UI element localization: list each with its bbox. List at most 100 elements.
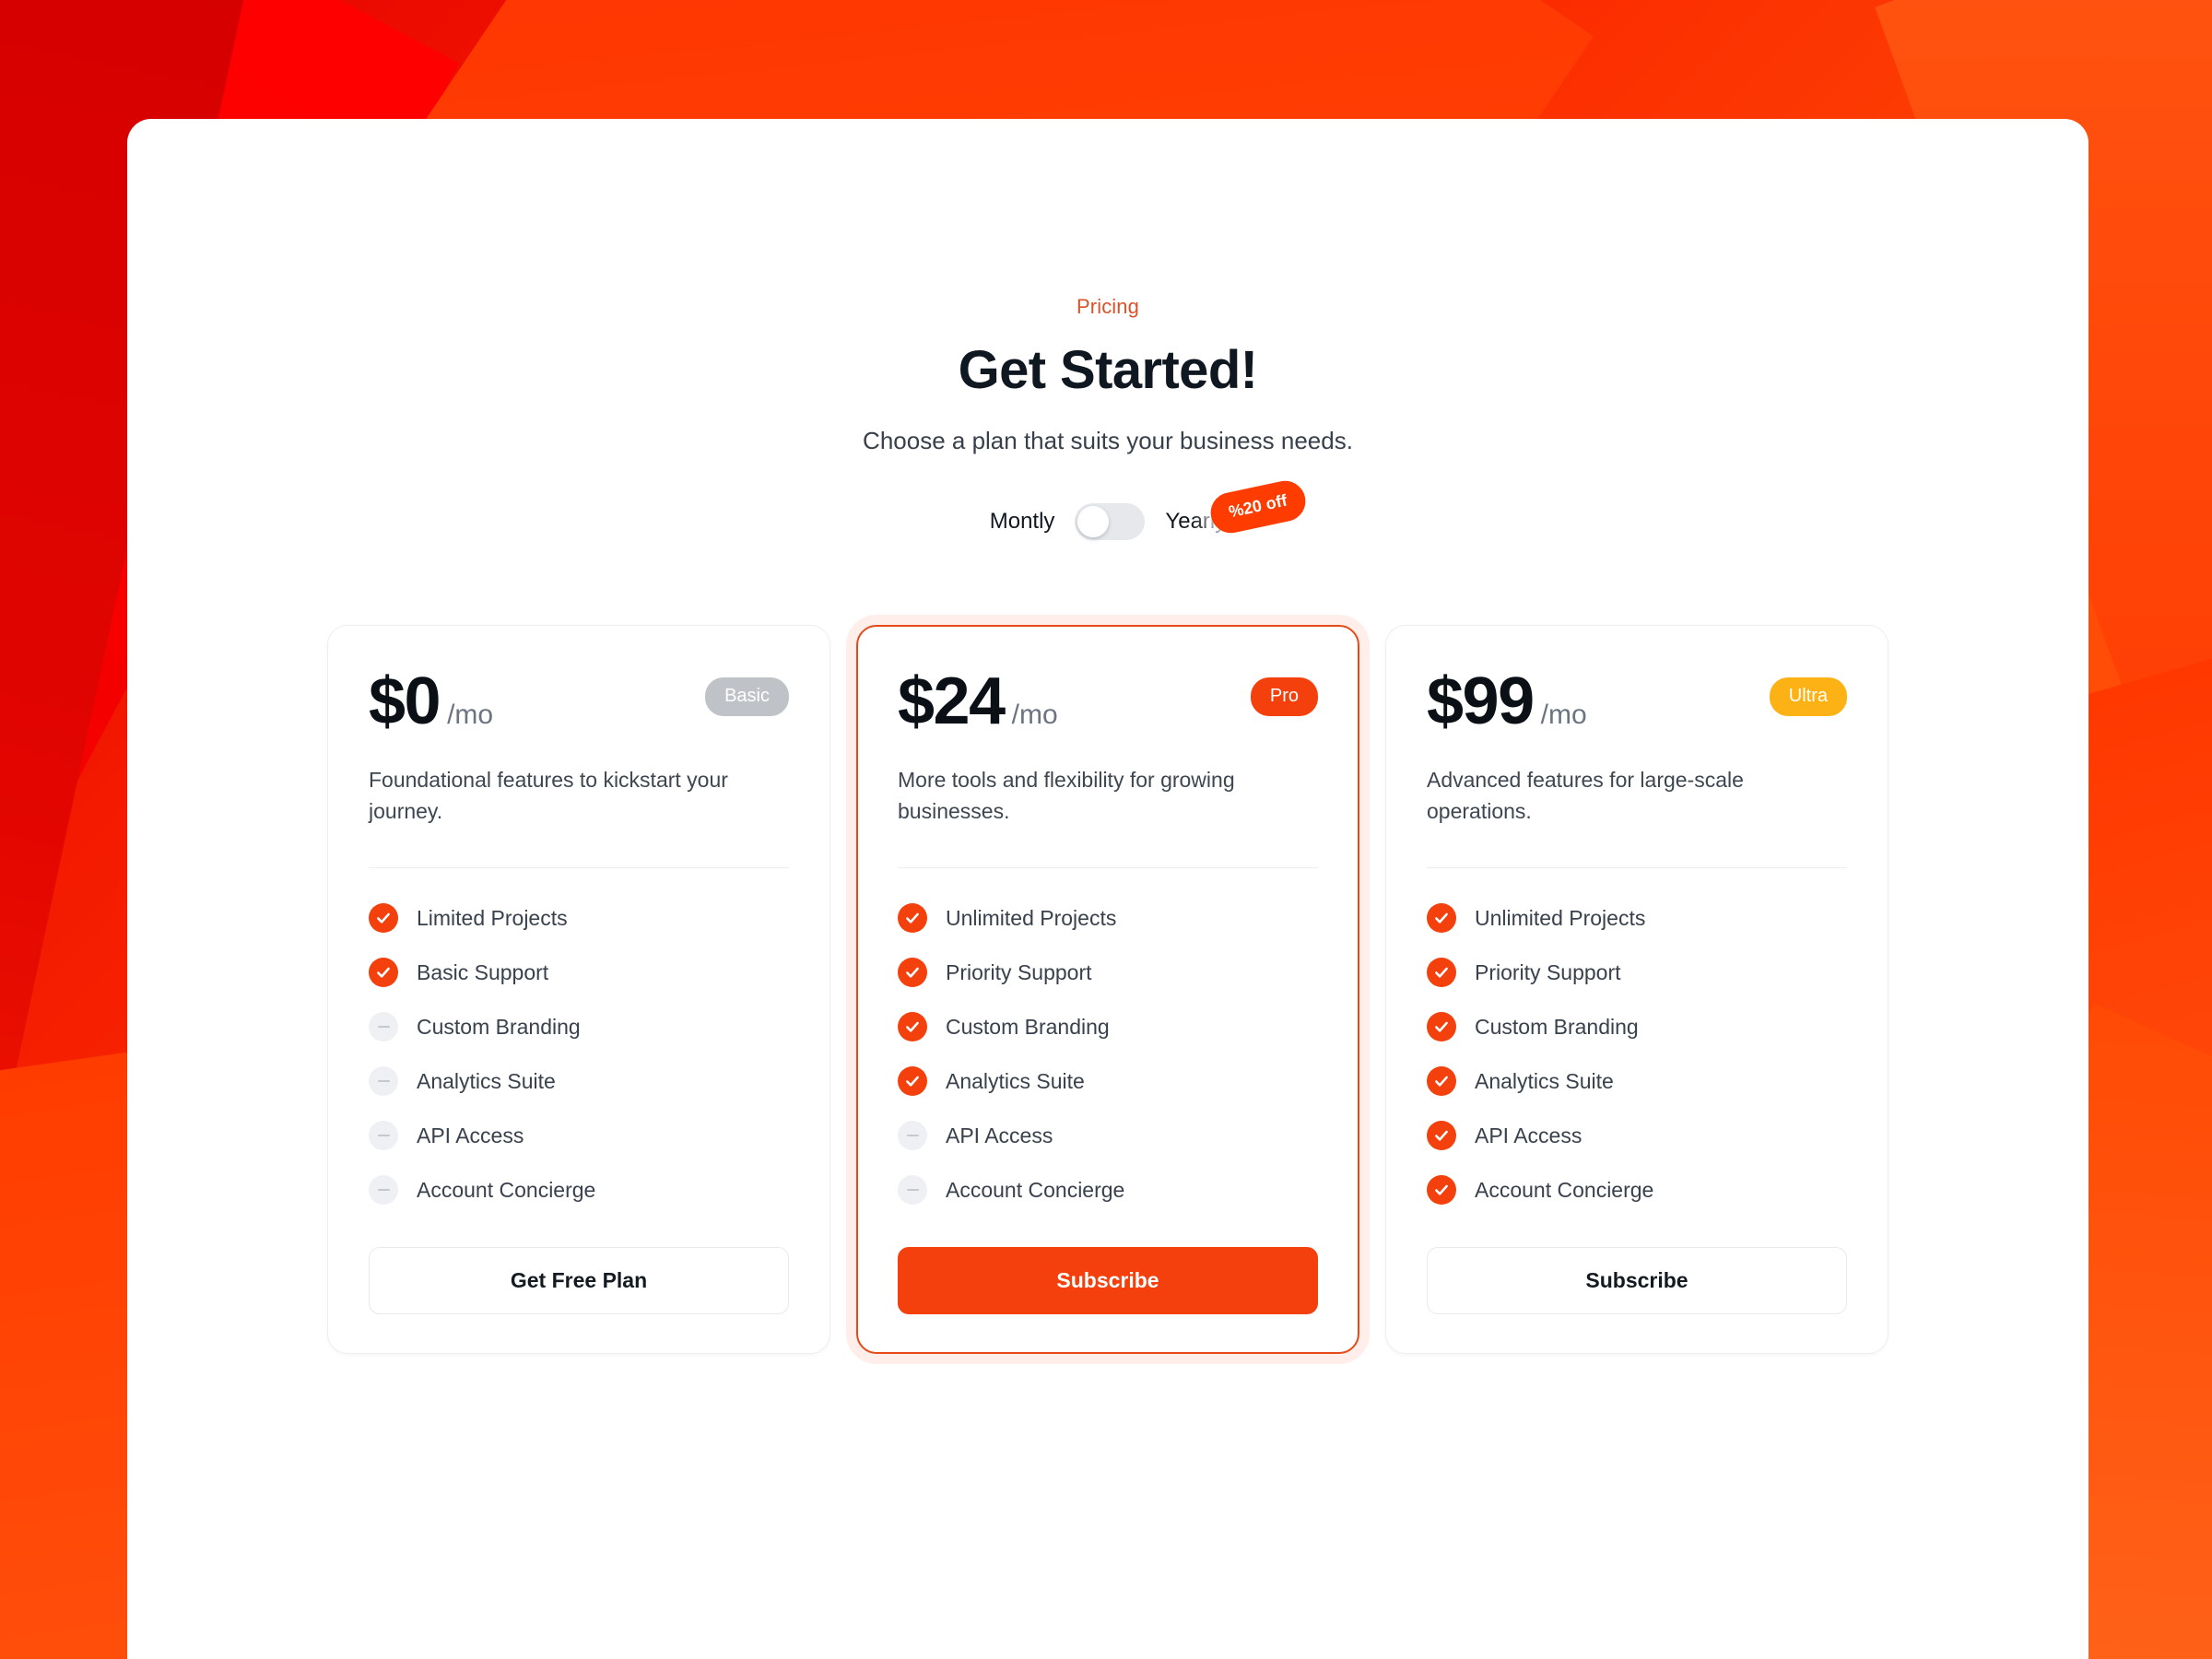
- feature-row: Analytics Suite: [898, 1066, 1318, 1097]
- card-header: $24 /mo Pro: [898, 668, 1318, 735]
- feature-row: Analytics Suite: [369, 1066, 789, 1097]
- plan-price: $0: [369, 665, 441, 738]
- feature-list: Unlimited Projects Priority Support Cust…: [1427, 903, 1847, 1206]
- minus-circle-icon: [369, 1121, 398, 1151]
- card-divider: [1427, 867, 1847, 869]
- minus-circle-icon: [369, 1012, 398, 1042]
- check-circle-icon: [369, 958, 398, 988]
- check-circle-icon: [1427, 1012, 1456, 1042]
- feature-label: Account Concierge: [1475, 1177, 1654, 1202]
- pricing-cards-row: $0 /mo Basic Foundational features to ki…: [127, 625, 2088, 1355]
- feature-label: Analytics Suite: [1475, 1068, 1614, 1093]
- dash-glyph: [906, 1134, 919, 1137]
- toggle-knob: [1077, 506, 1110, 537]
- plan-tier-badge: Pro: [1250, 677, 1318, 716]
- plan-cta-button[interactable]: Subscribe: [1427, 1247, 1847, 1315]
- feature-row: Custom Branding: [369, 1012, 789, 1042]
- pricing-header: Pricing Get Started! Choose a plan that …: [127, 119, 2088, 540]
- check-circle-icon: [369, 903, 398, 934]
- card-divider: [898, 867, 1318, 869]
- price-block: $0 /mo: [369, 668, 493, 735]
- feature-label: Basic Support: [417, 959, 549, 984]
- card-divider: [369, 867, 789, 869]
- feature-label: Unlimited Projects: [946, 905, 1117, 930]
- feature-row: Account Concierge: [369, 1175, 789, 1206]
- feature-list: Limited Projects Basic Support Custom Br…: [369, 903, 789, 1206]
- minus-circle-icon: [898, 1121, 927, 1151]
- feature-row: API Access: [1427, 1121, 1847, 1151]
- feature-label: Analytics Suite: [417, 1068, 556, 1093]
- dash-glyph: [377, 1025, 390, 1029]
- billing-period-toggle-group: Montly Yearly: [127, 503, 2088, 540]
- billing-toggle-switch[interactable]: [1075, 503, 1146, 540]
- feature-label: Limited Projects: [417, 905, 568, 930]
- dash-glyph: [377, 1188, 390, 1192]
- feature-label: Account Concierge: [946, 1177, 1125, 1202]
- feature-label: Priority Support: [1475, 959, 1621, 984]
- check-circle-icon: [898, 958, 927, 988]
- plan-period: /mo: [447, 700, 494, 730]
- check-circle-icon: [898, 903, 927, 934]
- billing-monthly-label[interactable]: Montly: [990, 509, 1055, 535]
- plan-period: /mo: [1540, 700, 1587, 730]
- pricing-panel: Pricing Get Started! Choose a plan that …: [127, 119, 2088, 1659]
- check-circle-icon: [1427, 958, 1456, 988]
- plan-cta-button[interactable]: Subscribe: [898, 1247, 1318, 1315]
- feature-row: Unlimited Projects: [1427, 903, 1847, 934]
- feature-row: Custom Branding: [898, 1012, 1318, 1042]
- feature-label: Account Concierge: [417, 1177, 596, 1202]
- section-eyebrow: Pricing: [1077, 295, 1139, 318]
- feature-row: Limited Projects: [369, 903, 789, 934]
- feature-row: Custom Branding: [1427, 1012, 1847, 1042]
- feature-row: Priority Support: [1427, 958, 1847, 988]
- plan-price: $99: [1427, 665, 1535, 738]
- price-block: $99 /mo: [1427, 668, 1587, 735]
- check-circle-icon: [1427, 1121, 1456, 1151]
- pricing-card: $24 /mo Pro More tools and flexibility f…: [856, 625, 1359, 1355]
- feature-label: Analytics Suite: [946, 1068, 1085, 1093]
- feature-row: Analytics Suite: [1427, 1066, 1847, 1097]
- feature-list: Unlimited Projects Priority Support Cust…: [898, 903, 1318, 1206]
- feature-label: Custom Branding: [417, 1014, 581, 1039]
- feature-label: Unlimited Projects: [1475, 905, 1646, 930]
- minus-circle-icon: [369, 1066, 398, 1097]
- dash-glyph: [906, 1188, 919, 1192]
- pricing-card: $0 /mo Basic Foundational features to ki…: [327, 625, 830, 1355]
- plan-tier-badge: Basic: [705, 677, 789, 716]
- feature-row: Basic Support: [369, 958, 789, 988]
- page-title: Get Started!: [958, 340, 1258, 400]
- feature-row: Unlimited Projects: [898, 903, 1318, 934]
- check-circle-icon: [1427, 1066, 1456, 1097]
- plan-period: /mo: [1011, 700, 1058, 730]
- feature-label: Custom Branding: [946, 1014, 1110, 1039]
- card-header: $99 /mo Ultra: [1427, 668, 1847, 735]
- feature-label: API Access: [417, 1123, 524, 1147]
- check-circle-icon: [1427, 903, 1456, 934]
- dash-glyph: [377, 1079, 390, 1083]
- pricing-card: $99 /mo Ultra Advanced features for larg…: [1385, 625, 1888, 1355]
- minus-circle-icon: [369, 1175, 398, 1206]
- minus-circle-icon: [898, 1175, 927, 1206]
- feature-row: API Access: [898, 1121, 1318, 1151]
- dash-glyph: [377, 1134, 390, 1137]
- check-circle-icon: [898, 1012, 927, 1042]
- feature-label: API Access: [946, 1123, 1053, 1147]
- feature-row: Priority Support: [898, 958, 1318, 988]
- feature-label: Custom Branding: [1475, 1014, 1639, 1039]
- plan-description: Foundational features to kickstart your …: [369, 768, 728, 824]
- price-block: $24 /mo: [898, 668, 1058, 735]
- check-circle-icon: [1427, 1175, 1456, 1206]
- feature-row: API Access: [369, 1121, 789, 1151]
- feature-label: API Access: [1475, 1123, 1583, 1147]
- plan-cta-button[interactable]: Get Free Plan: [369, 1247, 789, 1315]
- plan-price: $24: [898, 665, 1006, 738]
- check-circle-icon: [898, 1066, 927, 1097]
- page-subtitle: Choose a plan that suits your business n…: [863, 427, 1353, 454]
- plan-description: Advanced features for large-scale operat…: [1427, 768, 1744, 824]
- plan-description: More tools and flexibility for growing b…: [898, 768, 1235, 824]
- plan-tier-badge: Ultra: [1769, 677, 1847, 716]
- feature-row: Account Concierge: [898, 1175, 1318, 1206]
- feature-label: Priority Support: [946, 959, 1092, 984]
- feature-row: Account Concierge: [1427, 1175, 1847, 1206]
- card-header: $0 /mo Basic: [369, 668, 789, 735]
